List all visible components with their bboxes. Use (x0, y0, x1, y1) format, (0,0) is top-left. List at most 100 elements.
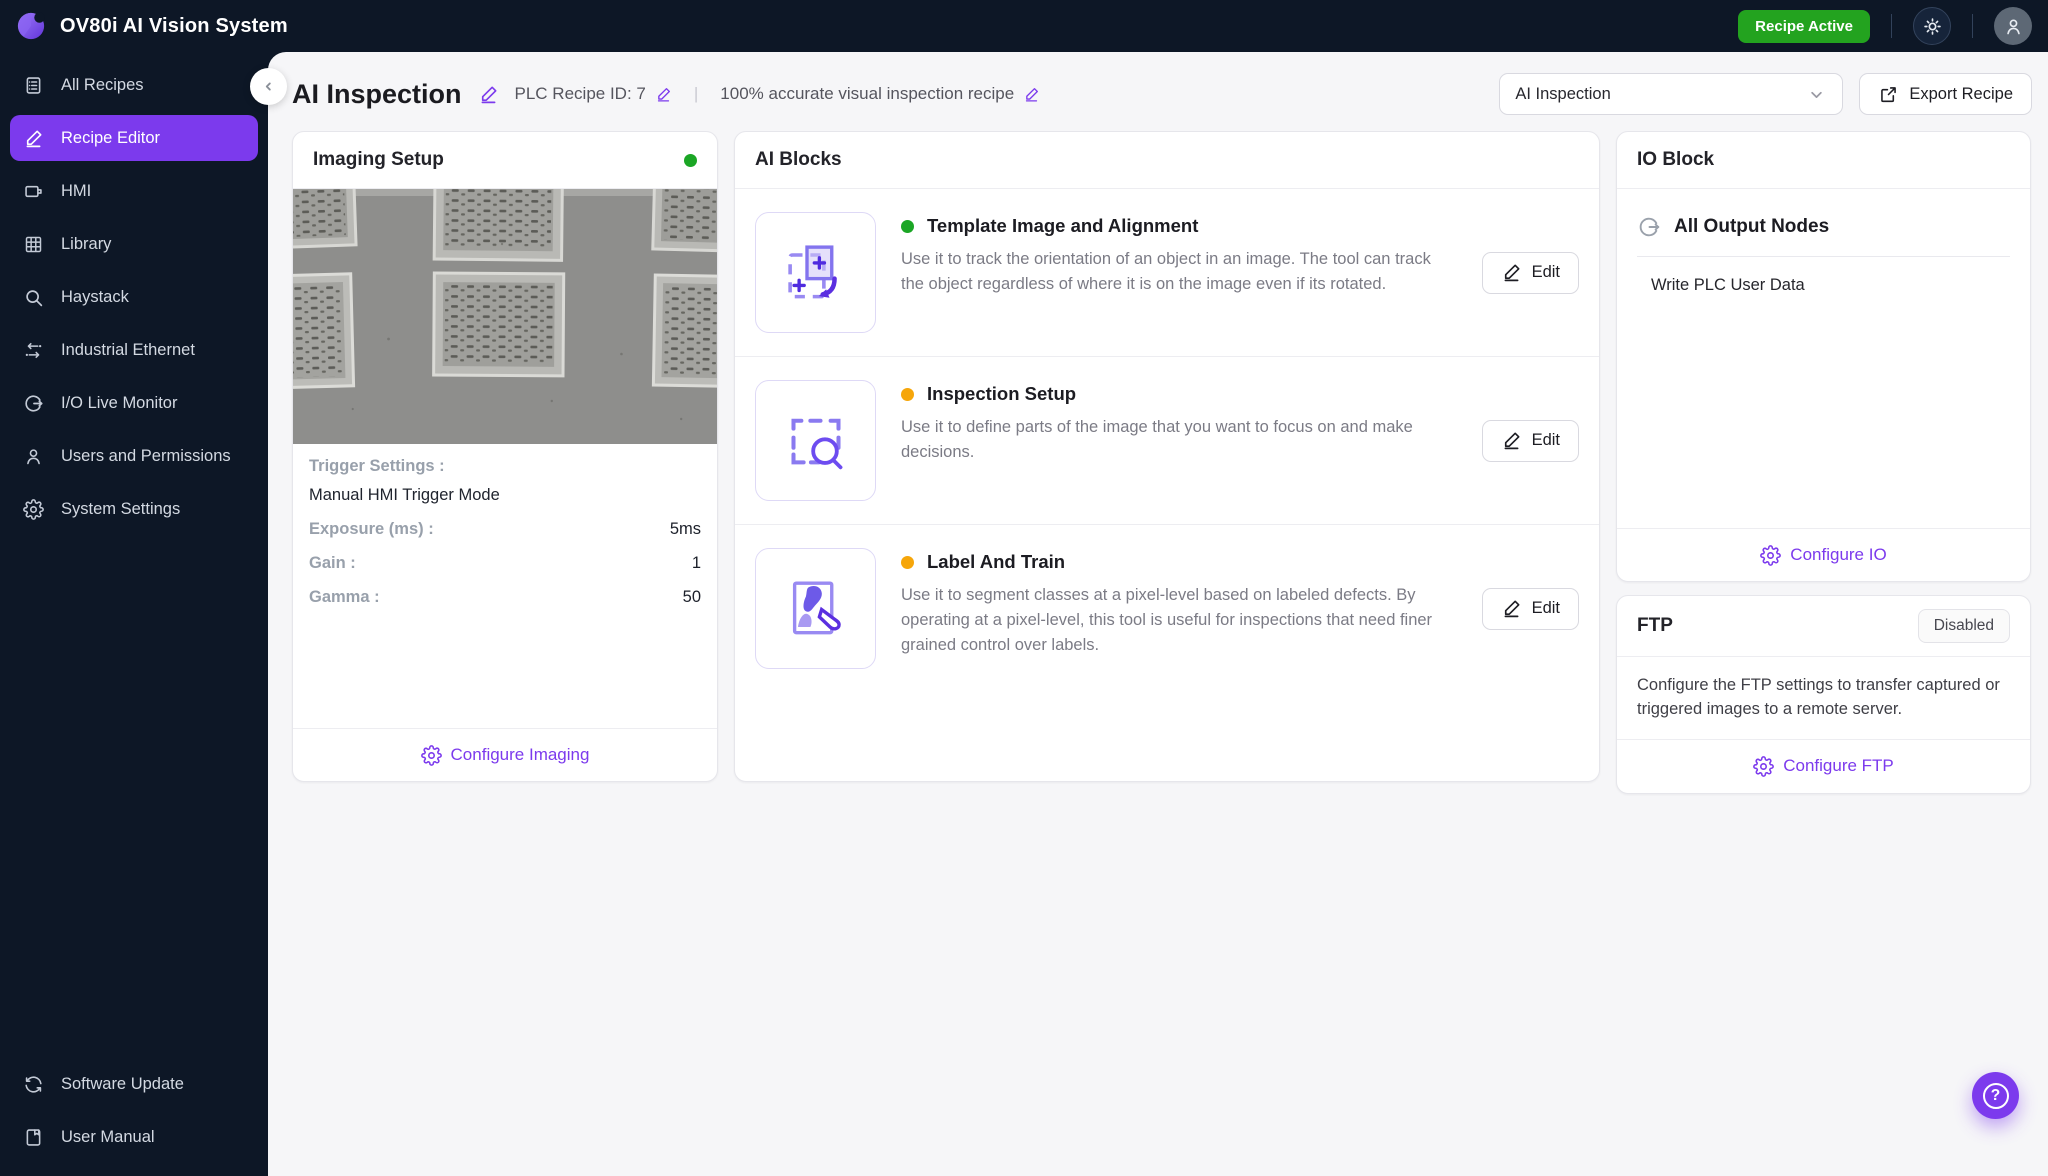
account-avatar-button[interactable] (1994, 7, 2032, 45)
gear-icon (23, 498, 44, 520)
edit-label-train-button[interactable]: Edit (1481, 587, 1579, 630)
ai-block-label-train: Label And Train Use it to segment classe… (735, 524, 1599, 692)
sidebar-item-label: Users and Permissions (61, 446, 231, 465)
topbar-divider (1891, 14, 1892, 38)
edit-description-icon[interactable] (1023, 86, 1040, 103)
export-icon (1881, 86, 1897, 102)
ftp-title: FTP (1637, 615, 1673, 636)
ai-block-description: Use it to segment classes at a pixel-lev… (901, 586, 1433, 655)
exposure-label: Exposure (ms) : (309, 520, 434, 538)
header-separator: | (693, 84, 699, 103)
inspection-setup-icon (755, 380, 876, 501)
sidebar-item-recipe-editor[interactable]: Recipe Editor (10, 115, 258, 161)
recipe-description-text: 100% accurate visual inspection recipe (720, 84, 1015, 103)
page-header: AI Inspection PLC Recipe ID: 7 | 100% ac… (268, 52, 2048, 131)
search-icon (26, 289, 43, 306)
chevron-left-icon (265, 82, 271, 91)
template-alignment-icon (755, 212, 876, 333)
sidebar-item-users-permissions[interactable]: Users and Permissions (10, 433, 258, 479)
plc-recipe-id: PLC Recipe ID: 7 (515, 84, 672, 104)
status-dot-amber (901, 555, 914, 569)
all-output-nodes-title: All Output Nodes (1674, 216, 1830, 237)
io-block-card: IO Block All Output Nodes Write PLC User… (1616, 131, 2031, 582)
sidebar-footer: Software Update User Manual (10, 1061, 258, 1160)
top-bar: OV80i AI Vision System Recipe Active (0, 0, 2048, 52)
ai-block-title: Inspection Setup (927, 383, 1077, 404)
hmi-monitor-icon (25, 185, 42, 197)
help-button[interactable]: ? (1972, 1072, 2019, 1119)
sidebar-item-hmi[interactable]: HMI (10, 168, 258, 214)
export-recipe-button[interactable]: Export Recipe (1859, 73, 2032, 115)
gain-value: 1 (691, 554, 701, 572)
app-title: OV80i AI Vision System (60, 14, 288, 37)
configure-imaging-link[interactable]: Configure Imaging (420, 744, 590, 766)
output-node-item: Write PLC User Data (1651, 276, 1805, 294)
grid-icon (25, 236, 42, 252)
camera-preview-image (293, 189, 717, 444)
label-train-icon (755, 548, 876, 669)
sidebar-collapse-button[interactable] (250, 68, 287, 105)
edit-inspection-setup-button[interactable]: Edit (1481, 419, 1579, 462)
imaging-settings: Trigger Settings : Manual HMI Trigger Mo… (293, 444, 717, 622)
sidebar-item-io-live-monitor[interactable]: I/O Live Monitor (10, 380, 258, 426)
trigger-settings-label: Trigger Settings : (309, 457, 445, 475)
user-icon (27, 448, 40, 464)
recipes-list-icon (26, 76, 41, 94)
sidebar-item-software-update[interactable]: Software Update (10, 1061, 258, 1107)
sidebar-item-all-recipes[interactable]: All Recipes (10, 62, 258, 108)
sidebar-item-label: Library (61, 234, 112, 253)
question-mark-icon: ? (1982, 1082, 2009, 1109)
io-block-title: IO Block (1637, 149, 1715, 170)
configure-io-link[interactable]: Configure IO (1760, 544, 1887, 566)
imaging-setup-card: Imaging Setup Trigger Settings: Manual … (292, 131, 718, 782)
swap-arrows-icon (25, 342, 42, 358)
sidebar-nav: All Recipes Recipe Editor HMI Library Ha… (0, 52, 268, 1176)
recipe-active-badge: Recipe Active (1738, 9, 1870, 43)
pencil-icon (1504, 264, 1520, 282)
sidebar-item-industrial-ethernet[interactable]: Industrial Ethernet (10, 327, 258, 373)
sidebar-item-label: User Manual (61, 1127, 155, 1146)
edit-button-label: Edit (1531, 599, 1560, 617)
sidebar-item-label: All Recipes (61, 75, 144, 94)
ai-blocks-title: AI Blocks (755, 149, 842, 170)
configure-imaging-label: Configure Imaging (450, 745, 590, 764)
configure-ftp-label: Configure FTP (1783, 756, 1894, 776)
configure-ftp-link[interactable]: Configure FTP (1753, 755, 1894, 777)
sidebar-item-haystack[interactable]: Haystack (10, 274, 258, 320)
gamma-label: Gamma : (309, 588, 380, 606)
edit-title-icon[interactable] (478, 84, 499, 105)
user-avatar-icon (2006, 18, 2020, 34)
content-columns: Imaging Setup Trigger Settings: Manual … (268, 131, 2048, 794)
export-recipe-label: Export Recipe (1909, 84, 2013, 103)
sidebar-item-system-settings[interactable]: System Settings (10, 486, 258, 532)
sidebar-item-label: I/O Live Monitor (61, 393, 178, 412)
recipe-select-dropdown[interactable]: AI Inspection (1499, 73, 1844, 115)
edit-plc-id-icon[interactable] (655, 86, 672, 103)
sidebar-item-label: Haystack (61, 287, 129, 306)
recipe-description: 100% accurate visual inspection recipe (720, 84, 1040, 104)
topbar-divider (1972, 14, 1973, 38)
ai-block-description: Use it to define parts of the image that… (901, 418, 1413, 462)
ftp-description: Configure the FTP settings to transfer c… (1617, 657, 2030, 740)
pencil-icon (26, 129, 42, 147)
app-logo-icon (17, 12, 45, 40)
gain-label: Gain : (309, 554, 356, 572)
status-dot-amber (901, 387, 914, 401)
theme-toggle-button[interactable] (1913, 7, 1951, 45)
exposure-value: 5ms (669, 520, 701, 538)
chevron-down-icon (1811, 91, 1823, 98)
edit-button-label: Edit (1531, 431, 1560, 449)
ai-block-inspection-setup: Inspection Setup Use it to define parts … (735, 356, 1599, 524)
sidebar-item-label: Software Update (61, 1074, 184, 1093)
imaging-setup-title: Imaging Setup (313, 149, 444, 170)
sidebar-item-library[interactable]: Library (10, 221, 258, 267)
gear-icon (1760, 544, 1782, 566)
sun-icon (1923, 17, 1941, 35)
sidebar-item-label: System Settings (61, 499, 181, 518)
pencil-icon (1504, 600, 1520, 618)
sidebar-item-user-manual[interactable]: User Manual (10, 1114, 258, 1160)
sidebar-item-label: HMI (61, 181, 92, 200)
refresh-icon (25, 1075, 42, 1093)
edit-template-alignment-button[interactable]: Edit (1481, 251, 1579, 294)
gamma-value: 50 (682, 588, 701, 606)
